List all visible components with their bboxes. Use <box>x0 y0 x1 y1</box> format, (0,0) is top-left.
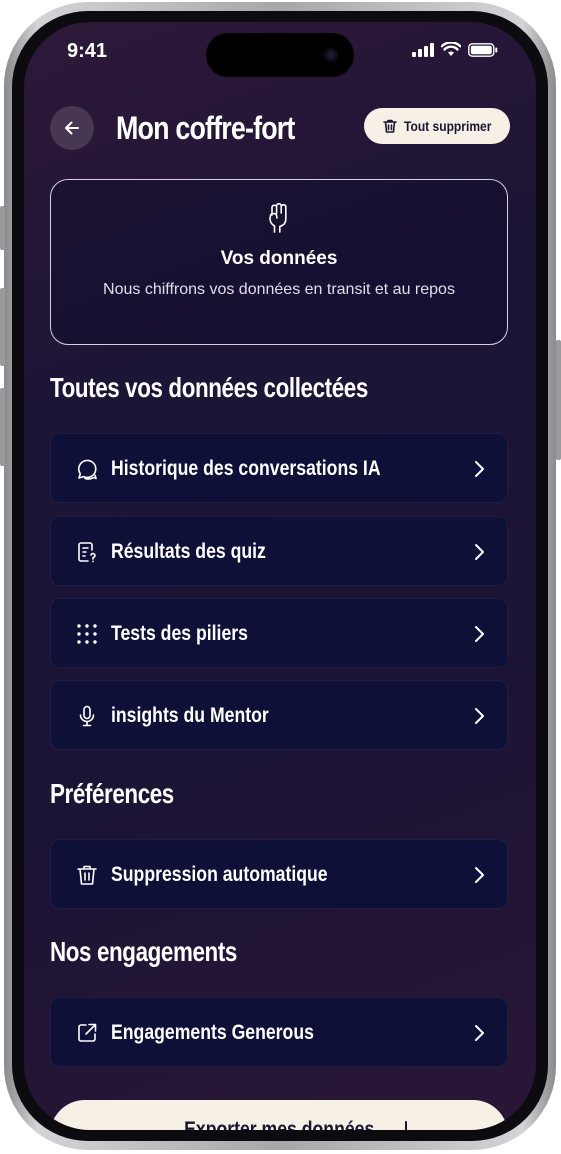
external-link-icon <box>78 1023 97 1042</box>
arrow-left-icon <box>65 121 79 135</box>
section-title-collected: Toutes vos données collectées <box>50 372 368 403</box>
row-label: Historique des conversations IA <box>111 457 381 480</box>
wifi-icon <box>441 42 461 56</box>
trash-icon <box>383 119 398 133</box>
row-label: Suppression automatique <box>111 863 328 886</box>
card-title: Vos données <box>220 248 338 269</box>
status-time: 9:41 <box>67 40 108 62</box>
export-label: Exporter mes données <box>183 1118 375 1130</box>
battery-icon <box>468 42 498 57</box>
chat-bubble-icon <box>77 459 97 480</box>
trash-icon <box>77 865 97 885</box>
chevron-right-icon <box>475 544 484 560</box>
header: Mon coffre-fort Tout supprimer <box>50 104 510 150</box>
chevron-right-icon <box>475 1025 484 1041</box>
row-mentor-insights[interactable]: insights du Mentor <box>50 680 508 750</box>
card-description: Nous chiffrons vos données en transit et… <box>103 281 455 298</box>
row-label: Engagements Generous <box>111 1021 314 1044</box>
volume-down-button <box>0 388 5 466</box>
chevron-right-icon <box>475 708 484 724</box>
status-bar: 9:41 <box>24 22 536 82</box>
chevron-right-icon <box>475 461 484 477</box>
volume-up-button <box>0 288 5 366</box>
arrow-down-icon <box>405 1121 407 1130</box>
power-button <box>556 340 561 460</box>
back-button[interactable] <box>50 106 94 150</box>
row-pillar-tests[interactable]: Tests des piliers <box>50 598 508 668</box>
delete-all-button[interactable]: Tout supprimer <box>364 108 510 144</box>
page-title: Mon coffre-fort <box>116 110 295 146</box>
screen: 9:41 Mon coffre-fort Tout supprimer Vos … <box>24 22 536 1130</box>
row-conversation-history[interactable]: Historique des conversations IA <box>50 433 508 503</box>
section-title-preferences: Préférences <box>50 778 174 809</box>
dots-grid-icon <box>77 624 97 644</box>
action-button <box>0 206 5 250</box>
microphone-icon <box>79 705 95 727</box>
dynamic-island <box>206 33 354 77</box>
row-quiz-results[interactable]: Résultats des quiz <box>50 516 508 586</box>
signal-icon <box>412 42 434 57</box>
delete-all-label: Tout supprimer <box>404 118 492 134</box>
row-auto-delete[interactable]: Suppression automatique <box>50 839 508 909</box>
chevron-right-icon <box>475 867 484 883</box>
row-generous-commitments[interactable]: Engagements Generous <box>50 997 508 1067</box>
row-label: Résultats des quiz <box>111 540 266 563</box>
section-title-commitments: Nos engagements <box>50 936 237 967</box>
data-info-card: Vos données Nous chiffrons vos données e… <box>50 179 508 345</box>
raised-fist-icon <box>269 202 287 233</box>
export-data-button[interactable]: Exporter mes données <box>50 1100 508 1130</box>
status-icons <box>412 42 498 57</box>
row-label: Tests des piliers <box>111 622 248 645</box>
row-label: insights du Mentor <box>111 704 269 727</box>
quiz-document-icon <box>78 542 96 563</box>
chevron-right-icon <box>475 626 484 642</box>
